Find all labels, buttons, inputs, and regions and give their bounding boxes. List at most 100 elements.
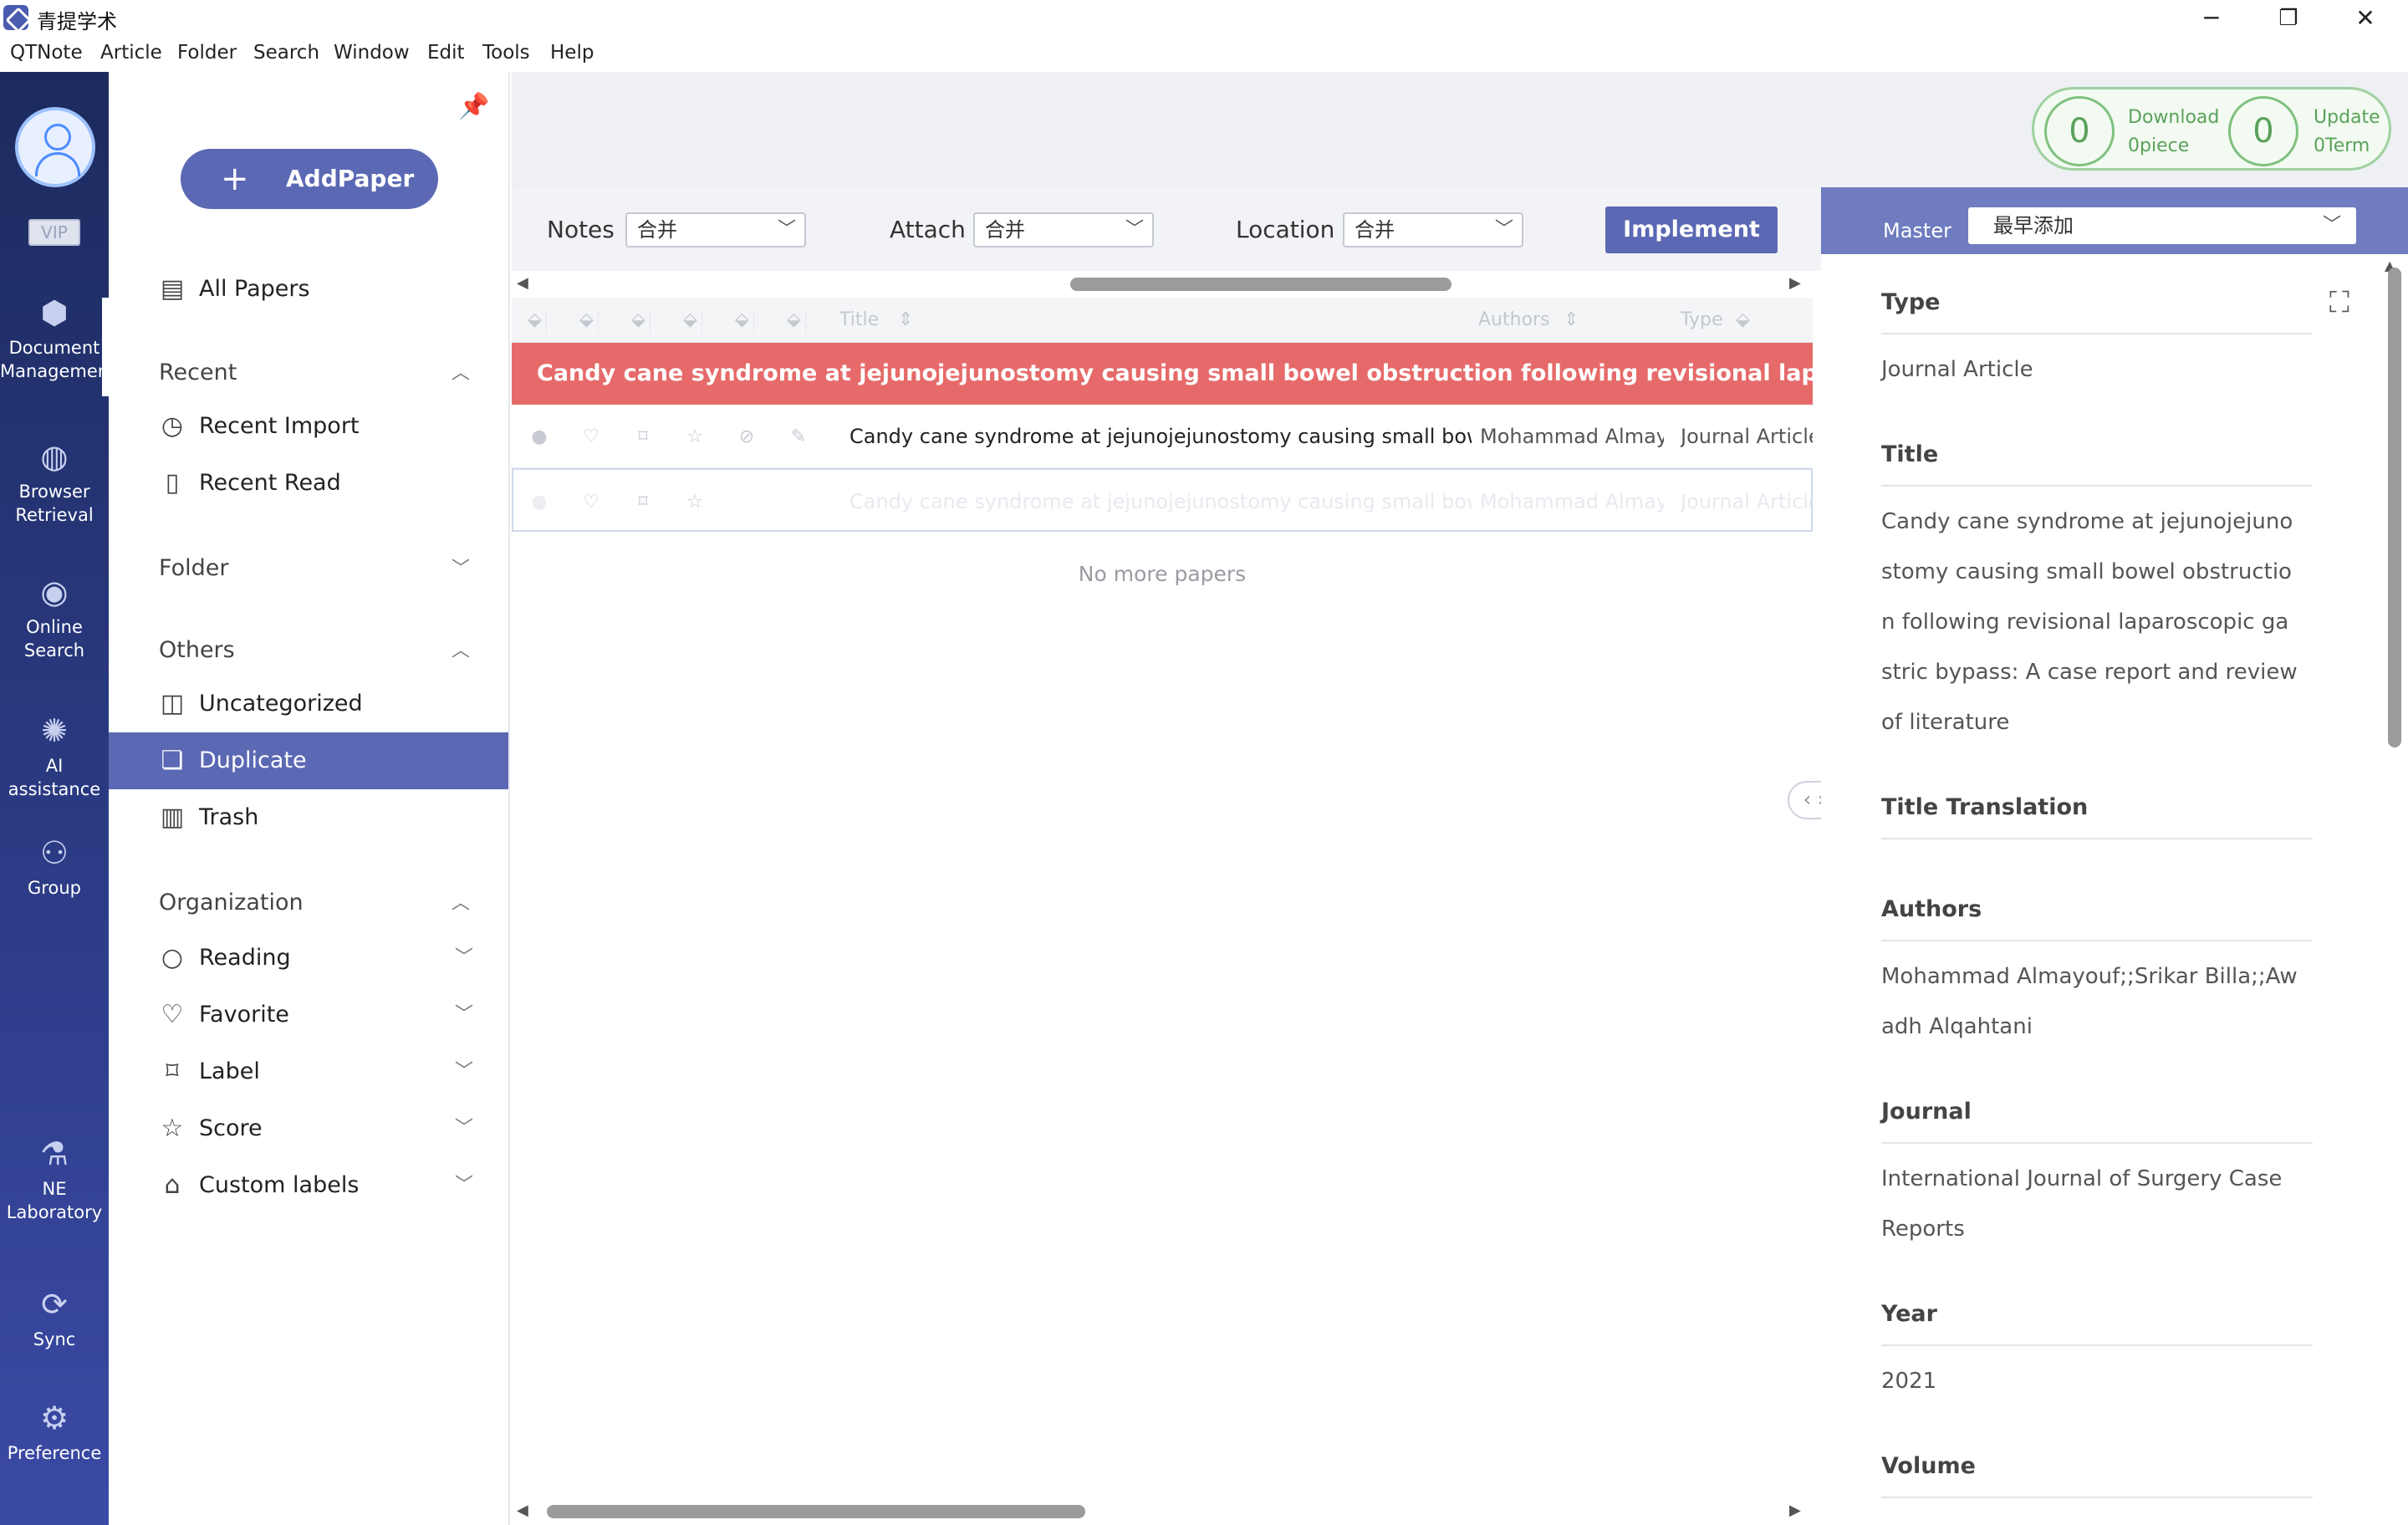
location-label: Location — [1236, 216, 1335, 243]
table-hscroll-bottom[interactable]: ◀ ▶ — [512, 1497, 1821, 1525]
star-icon[interactable]: ☆ — [682, 425, 707, 450]
field-journal-label: Journal — [1881, 1099, 1972, 1125]
section-recent[interactable]: Recent — [159, 360, 237, 385]
field-year-value[interactable]: 2021 — [1881, 1356, 2299, 1406]
chevron-down-icon[interactable]: ﹀ — [452, 1157, 477, 1214]
update-count[interactable]: 0 — [2228, 96, 2298, 166]
scroll-right-icon[interactable]: ▶ — [1789, 274, 1801, 292]
sidebar-item-duplicate[interactable]: ❏ Duplicate — [109, 732, 508, 789]
table-row[interactable]: ● ♡ ⌑ ☆ Candy cane syndrome at jejunojej… — [512, 468, 1813, 532]
sidebar-item-reading[interactable]: ○ Reading ﹀ — [109, 930, 508, 987]
column-type[interactable]: Type — [1681, 309, 1723, 330]
chevron-up-icon[interactable]: ︿ — [452, 888, 470, 915]
maximize-button[interactable]: ❐ — [2251, 0, 2326, 37]
master-select[interactable]: 最早添加 ﹀ — [1968, 207, 2356, 244]
download-count[interactable]: 0 — [2044, 96, 2115, 166]
pin-icon[interactable]: 📌 — [458, 92, 492, 125]
menu-edit[interactable]: Edit — [427, 42, 465, 64]
chevron-down-icon[interactable]: ﹀ — [452, 553, 470, 580]
rail-browser-retrieval[interactable]: ◍ Browser Retrieval — [0, 438, 109, 527]
section-organization[interactable]: Organization — [159, 890, 304, 916]
duplicate-group-row[interactable]: Candy cane syndrome at jejunojejunostomy… — [512, 343, 1813, 405]
sidebar-item-recent-import[interactable]: ◷ Recent Import — [109, 398, 508, 455]
star-icon[interactable]: ☆ — [682, 490, 707, 515]
heart-icon[interactable]: ♡ — [579, 425, 604, 450]
chevron-down-icon[interactable]: ﹀ — [452, 987, 477, 1043]
sidebar-item-all-papers[interactable]: ▤ All Papers — [109, 261, 508, 318]
layers-icon[interactable]: ⬙ — [575, 309, 599, 333]
chevron-down-icon[interactable]: ﹀ — [452, 930, 477, 987]
column-authors[interactable]: Authors — [1478, 309, 1550, 330]
implement-button[interactable]: Implement — [1605, 207, 1778, 253]
field-title-value[interactable]: Candy cane syndrome at jejunojejunostomy… — [1881, 497, 2299, 747]
scroll-right-icon[interactable]: ▶ — [1789, 1502, 1801, 1519]
rail-ai-assistance[interactable]: ✺ AI assistance — [0, 712, 109, 801]
vip-badge[interactable]: VIP — [28, 219, 80, 246]
table-row[interactable]: ● ♡ ⌑ ☆ ⊘ ✎ Candy cane syndrome at jejun… — [512, 405, 1813, 468]
field-journal-value[interactable]: International Journal of Surgery Case Re… — [1881, 1154, 2299, 1254]
scroll-thumb[interactable] — [547, 1505, 1085, 1518]
minimize-button[interactable]: ─ — [2174, 0, 2249, 37]
rail-preference[interactable]: ⚙ Preference — [0, 1400, 109, 1465]
location-select[interactable]: 合并 ﹀ — [1343, 212, 1523, 247]
rail-sync[interactable]: ⟳ Sync — [0, 1286, 109, 1351]
attachment-icon[interactable]: ⊘ — [734, 425, 759, 450]
divider — [1881, 838, 2313, 839]
detail-vscroll-thumb[interactable] — [2388, 268, 2401, 747]
section-others[interactable]: Others — [159, 637, 235, 663]
chevron-down-icon[interactable]: ﹀ — [452, 1043, 477, 1100]
book-icon: ▯ — [165, 468, 180, 497]
menu-qtnote[interactable]: QTNote — [10, 42, 83, 64]
scroll-thumb[interactable] — [1070, 278, 1451, 291]
pencil-icon[interactable]: ✎ — [786, 425, 811, 450]
layers-icon[interactable]: ⬙ — [627, 309, 650, 333]
sidebar-item-custom-labels[interactable]: ⌂ Custom labels ﹀ — [109, 1157, 508, 1214]
sidebar-item-uncategorized[interactable]: ◫ Uncategorized — [109, 676, 508, 732]
rail-online-search[interactable]: ◉ Online Search — [0, 574, 109, 662]
layers-icon[interactable]: ⬙ — [679, 309, 702, 333]
field-type-value[interactable]: Journal Article — [1881, 344, 2299, 395]
section-folder[interactable]: Folder — [159, 555, 228, 581]
sort-icon[interactable]: ⇕ — [898, 309, 913, 330]
add-paper-button[interactable]: + AddPaper — [181, 149, 438, 209]
bookmark-icon[interactable]: ⌑ — [630, 425, 656, 450]
sidebar-item-label[interactable]: ⌑ Label ﹀ — [109, 1043, 508, 1100]
menu-folder[interactable]: Folder — [177, 42, 237, 64]
sidebar-item-recent-read[interactable]: ▯ Recent Read — [109, 455, 508, 512]
sidebar-item-score[interactable]: ☆ Score ﹀ — [109, 1100, 508, 1157]
sidebar-item-trash[interactable]: ▥ Trash — [109, 789, 508, 846]
expand-icon[interactable]: ⛶ — [2329, 286, 2363, 319]
avatar[interactable] — [15, 107, 95, 187]
menu-help[interactable]: Help — [550, 42, 594, 64]
layers-icon[interactable]: ⬙ — [523, 309, 547, 333]
notes-select[interactable]: 合并 ﹀ — [625, 212, 806, 247]
table-hscroll-top[interactable]: ◀ ▶ — [512, 271, 1821, 298]
rail-ne-laboratory[interactable]: ⚗ NE Laboratory — [0, 1135, 109, 1224]
heart-icon[interactable]: ♡ — [579, 490, 604, 515]
menu-article[interactable]: Article — [100, 42, 162, 64]
scroll-left-icon[interactable]: ◀ — [517, 1502, 528, 1519]
chevron-up-icon[interactable]: ︿ — [452, 358, 470, 385]
chevron-up-icon[interactable]: ︿ — [452, 635, 470, 662]
layers-icon[interactable]: ⬙ — [1736, 309, 1750, 330]
menu-tools[interactable]: Tools — [482, 42, 530, 64]
field-authors-value[interactable]: Mohammad Almayouf;;Srikar Billa;;Awadh A… — [1881, 951, 2299, 1052]
scroll-left-icon[interactable]: ◀ — [517, 274, 528, 292]
rail-document-management[interactable]: ⬢ Document Management — [0, 294, 109, 383]
menu-window[interactable]: Window — [334, 42, 410, 64]
chevron-down-icon: ﹀ — [777, 219, 796, 240]
dot-icon[interactable]: ● — [527, 425, 552, 450]
layers-icon[interactable]: ⬙ — [731, 309, 754, 333]
dot-icon[interactable]: ● — [527, 490, 552, 515]
attach-select[interactable]: 合并 ﹀ — [973, 212, 1154, 247]
bookmark-icon[interactable]: ⌑ — [630, 490, 656, 515]
sort-icon[interactable]: ⇕ — [1564, 309, 1579, 330]
menu-search[interactable]: Search — [253, 42, 319, 64]
chevron-down-icon[interactable]: ﹀ — [452, 1100, 477, 1157]
field-title-label: Title — [1881, 441, 1939, 467]
close-button[interactable]: ✕ — [2328, 0, 2403, 37]
column-title[interactable]: Title — [839, 309, 879, 330]
sidebar-item-favorite[interactable]: ♡ Favorite ﹀ — [109, 987, 508, 1043]
layers-icon[interactable]: ⬙ — [783, 309, 806, 333]
rail-group[interactable]: ⚇ Group — [0, 834, 109, 900]
